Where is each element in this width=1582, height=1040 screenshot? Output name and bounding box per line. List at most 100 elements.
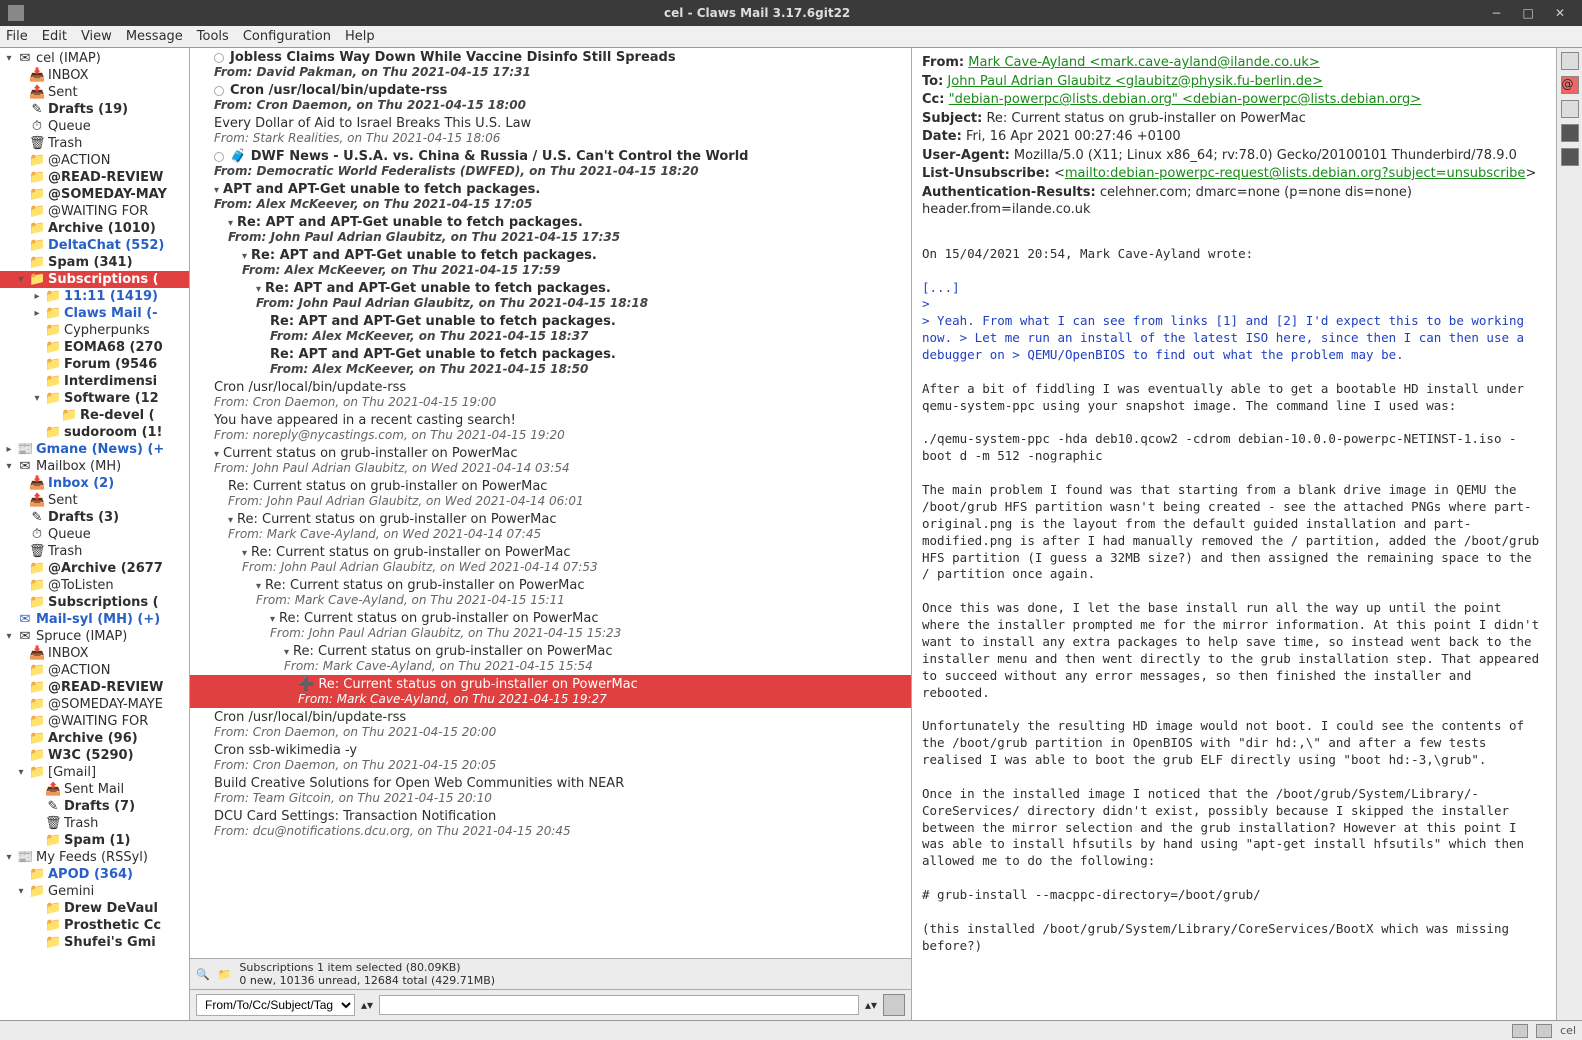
thread-toggle-icon[interactable]: ▾ (284, 647, 289, 658)
expand-icon[interactable]: ▾ (16, 274, 26, 285)
folder-row[interactable]: ▸📁11:11 (1419) (0, 288, 189, 305)
folder-row[interactable]: ▾📁Gemini (0, 883, 189, 900)
message-list[interactable]: Jobless Claims Way Down While Vaccine Di… (190, 48, 911, 958)
folder-row[interactable]: 📁Archive (1010) (0, 220, 189, 237)
folder-row[interactable]: ▾📰My Feeds (RSSyl) (0, 849, 189, 866)
message-row[interactable]: ▾Re: Current status on grub-installer on… (190, 510, 911, 543)
expand-icon[interactable]: ▾ (4, 461, 14, 472)
stepper-icon[interactable]: ▴▾ (361, 998, 373, 1012)
thread-toggle-icon[interactable]: ▾ (228, 218, 233, 229)
message-row[interactable]: ▾Re: Current status on grub-installer on… (190, 642, 911, 675)
address-icon[interactable]: @ (1561, 76, 1579, 94)
message-row[interactable]: ▾Re: Current status on grub-installer on… (190, 543, 911, 576)
menu-help[interactable]: Help (345, 29, 375, 44)
header-listunsub-value[interactable]: mailto:debian-powerpc-request@lists.debi… (1065, 166, 1526, 181)
message-row[interactable]: 🧳 DWF News - U.S.A. vs. China & Russia /… (190, 147, 911, 180)
folder-row[interactable]: ▾✉Mailbox (MH) (0, 458, 189, 475)
folder-row[interactable]: 📤Sent Mail (0, 781, 189, 798)
message-row[interactable]: Build Creative Solutions for Open Web Co… (190, 774, 911, 807)
message-row[interactable]: ▾Re: APT and APT-Get unable to fetch pac… (190, 246, 911, 279)
window-maximize-button[interactable]: □ (1514, 6, 1542, 20)
folder-row[interactable]: 📤Sent (0, 492, 189, 509)
message-row[interactable]: ▾Re: APT and APT-Get unable to fetch pac… (190, 279, 911, 312)
menu-file[interactable]: File (6, 29, 28, 44)
thread-toggle-icon[interactable]: ▾ (270, 614, 275, 625)
attachment-icon[interactable] (1561, 124, 1579, 142)
message-row[interactable]: Cron /usr/local/bin/update-rssFrom: Cron… (190, 81, 911, 114)
text-part-icon[interactable] (1561, 100, 1579, 118)
folder-row[interactable]: ✉Mail-syl (MH) (+) (0, 611, 189, 628)
folder-row[interactable]: 📥INBOX (0, 67, 189, 84)
folder-row[interactable]: ✎Drafts (19) (0, 101, 189, 118)
stepper-icon[interactable]: ▴▾ (865, 998, 877, 1012)
folder-row[interactable]: ⏱Queue (0, 118, 189, 135)
folder-row[interactable]: ⏱Queue (0, 526, 189, 543)
folder-row[interactable]: 📁Cypherpunks (0, 322, 189, 339)
expand-icon[interactable]: ▸ (4, 444, 14, 455)
folder-tree[interactable]: ▾✉cel (IMAP)📥INBOX📤Sent✎Drafts (19)⏱Queu… (0, 48, 190, 1020)
folder-row[interactable]: 📁DeltaChat (552) (0, 237, 189, 254)
folder-row[interactable]: 📁@SOMEDAY-MAY (0, 186, 189, 203)
message-row[interactable]: DCU Card Settings: Transaction Notificat… (190, 807, 911, 840)
expand-icon[interactable]: ▾ (4, 852, 14, 863)
folder-row[interactable]: 📁@ToListen (0, 577, 189, 594)
menu-message[interactable]: Message (126, 29, 183, 44)
folder-row[interactable]: 📁Re-devel ( (0, 407, 189, 424)
folder-row[interactable]: ✎Drafts (7) (0, 798, 189, 815)
folder-row[interactable]: 📁sudoroom (1! (0, 424, 189, 441)
folder-row[interactable]: 🗑Trash (0, 543, 189, 560)
sync-status-icon[interactable] (1536, 1024, 1552, 1038)
message-row[interactable]: Re: APT and APT-Get unable to fetch pack… (190, 312, 911, 345)
attachment-icon[interactable] (1561, 148, 1579, 166)
message-row[interactable]: ➕ Re: Current status on grub-installer o… (190, 675, 911, 708)
expand-icon[interactable]: ▾ (16, 886, 26, 897)
search-input[interactable] (379, 995, 859, 1015)
folder-row[interactable]: 📁@Archive (2677 (0, 560, 189, 577)
folder-row[interactable]: 📁APOD (364) (0, 866, 189, 883)
goto-top-icon[interactable] (1561, 52, 1579, 70)
message-row[interactable]: ▾Re: Current status on grub-installer on… (190, 609, 911, 642)
magnify-icon[interactable]: 🔍 (196, 968, 210, 981)
folder-row[interactable]: ▸📰Gmane (News) (+ (0, 441, 189, 458)
network-status-icon[interactable] (1512, 1024, 1528, 1038)
folder-row[interactable]: 📁@ACTION (0, 662, 189, 679)
search-mode-select[interactable]: From/To/Cc/Subject/Tag (196, 994, 355, 1016)
expand-icon[interactable]: ▾ (4, 53, 14, 64)
folder-row[interactable]: 📁@READ-REVIEW (0, 169, 189, 186)
thread-toggle-icon[interactable]: ▾ (242, 548, 247, 559)
message-row[interactable]: Cron /usr/local/bin/update-rssFrom: Cron… (190, 708, 911, 741)
message-row[interactable]: Cron ssb-wikimedia -yFrom: Cron Daemon, … (190, 741, 911, 774)
expand-icon[interactable]: ▾ (4, 631, 14, 642)
message-row[interactable]: Every Dollar of Aid to Israel Breaks Thi… (190, 114, 911, 147)
folder-row[interactable]: 📁Drew DeVaul (0, 900, 189, 917)
folder-row[interactable]: 📥INBOX (0, 645, 189, 662)
menu-edit[interactable]: Edit (42, 29, 67, 44)
expand-icon[interactable]: ▾ (32, 393, 42, 404)
message-row[interactable]: Re: APT and APT-Get unable to fetch pack… (190, 345, 911, 378)
folder-row[interactable]: 🗑Trash (0, 815, 189, 832)
thread-toggle-icon[interactable]: ▾ (228, 515, 233, 526)
folder-row[interactable]: 📁Prosthetic Cc (0, 917, 189, 934)
header-cc-value[interactable]: "debian-powerpc@lists.debian.org" <debia… (949, 92, 1422, 107)
thread-toggle-icon[interactable]: ▾ (242, 251, 247, 262)
folder-row[interactable]: ▾✉cel (IMAP) (0, 50, 189, 67)
folder-row[interactable]: ▾📁Subscriptions ( (0, 271, 189, 288)
folder-row[interactable]: 📁@READ-REVIEW (0, 679, 189, 696)
window-close-button[interactable]: ✕ (1546, 6, 1574, 20)
folder-row[interactable]: ▸📁Claws Mail (- (0, 305, 189, 322)
menu-configuration[interactable]: Configuration (243, 29, 331, 44)
message-row[interactable]: ▾Re: APT and APT-Get unable to fetch pac… (190, 213, 911, 246)
message-row[interactable]: Jobless Claims Way Down While Vaccine Di… (190, 48, 911, 81)
folder-row[interactable]: 📁@SOMEDAY-MAYE (0, 696, 189, 713)
folder-row[interactable]: ▾✉Spruce (IMAP) (0, 628, 189, 645)
folder-row[interactable]: 📁Shufei's Gmi (0, 934, 189, 951)
thread-toggle-icon[interactable]: ▾ (214, 185, 219, 196)
folder-row[interactable]: ▾📁Software (12 (0, 390, 189, 407)
folder-row[interactable]: 📁@ACTION (0, 152, 189, 169)
folder-row[interactable]: ✎Drafts (3) (0, 509, 189, 526)
folder-row[interactable]: 📁@WAITING FOR (0, 203, 189, 220)
message-row[interactable]: ▾Re: Current status on grub-installer on… (190, 576, 911, 609)
folder-row[interactable]: ▾📁[Gmail] (0, 764, 189, 781)
folder-row[interactable]: 📁EOMA68 (270 (0, 339, 189, 356)
folder-row[interactable]: 📁Interdimensi (0, 373, 189, 390)
